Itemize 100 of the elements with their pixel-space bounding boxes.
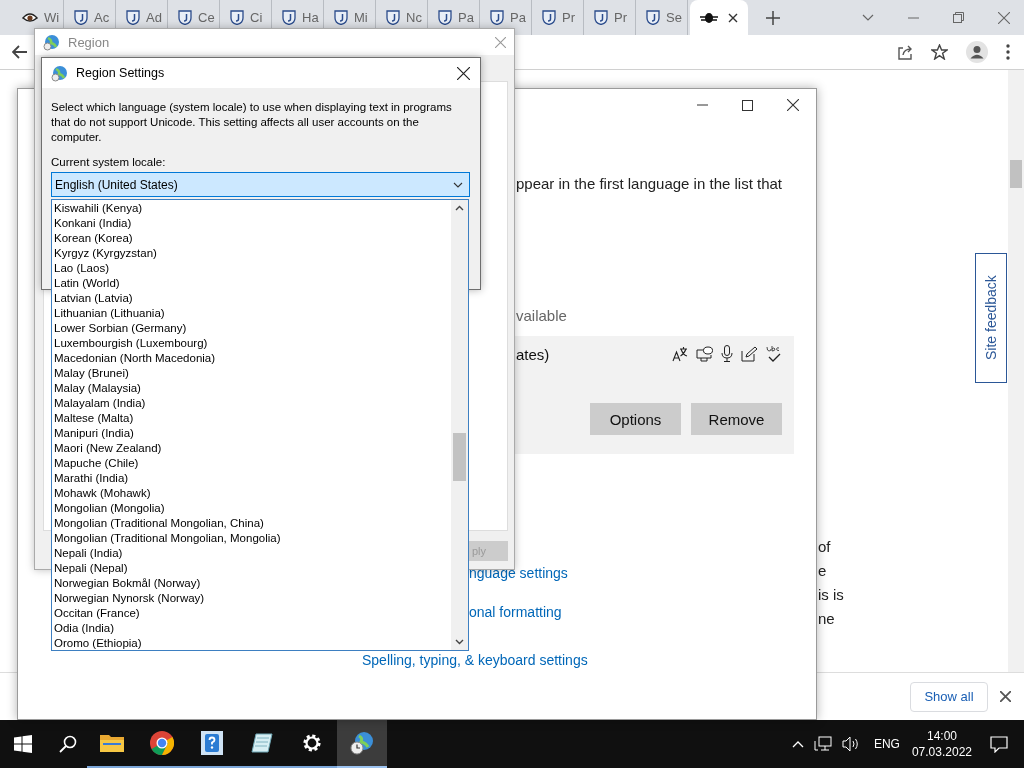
new-tab-icon[interactable] (766, 10, 780, 25)
tab-title: Pa (510, 10, 526, 25)
profile-icon[interactable] (966, 41, 988, 63)
card-button[interactable]: Options (590, 403, 681, 435)
gear-icon (301, 732, 323, 754)
locale-option[interactable]: Norwegian Bokmål (Norway) (52, 576, 451, 591)
close-icon[interactable] (728, 12, 738, 23)
card-button[interactable]: Remove (691, 403, 782, 435)
share-icon[interactable] (897, 44, 913, 60)
locale-option[interactable]: Kyrgyz (Kyrgyzstan) (52, 246, 451, 261)
locale-option[interactable]: Mohawk (Mohawk) (52, 486, 451, 501)
scrollbar-thumb[interactable] (453, 433, 466, 481)
tab-title: Nc (406, 10, 422, 25)
scrollbar-thumb[interactable] (1010, 160, 1022, 188)
notification-icon[interactable] (990, 735, 1008, 753)
input-language-indicator[interactable]: ENG (873, 737, 900, 751)
shield-icon (282, 10, 296, 25)
paragraph-fragment: of (818, 537, 832, 557)
locale-option[interactable]: Mapuche (Chile) (52, 456, 451, 471)
locale-option[interactable]: Nepali (Nepal) (52, 561, 451, 576)
speaker-icon[interactable] (841, 736, 860, 752)
locale-option[interactable]: Latin (World) (52, 276, 451, 291)
emblem-icon (700, 11, 718, 24)
tab-title: Pr (614, 10, 627, 25)
close-icon[interactable] (787, 99, 799, 111)
tab-title: Ha (302, 10, 319, 25)
locale-option[interactable]: Marathi (India) (52, 471, 451, 486)
clock-time[interactable]: 14:00 (926, 728, 957, 744)
close-icon[interactable] (457, 66, 470, 80)
close-icon[interactable] (1000, 691, 1011, 702)
tab-title: Ci (250, 10, 263, 25)
site-feedback-button[interactable]: Site feedback (975, 253, 1007, 383)
locale-option[interactable]: Konkani (India) (52, 216, 451, 231)
locale-option[interactable]: Mongolian (Traditional Mongolian, Mongolia) (52, 531, 451, 546)
shield-icon (178, 10, 192, 25)
locale-option[interactable]: Odia (India) (52, 621, 451, 636)
locale-option[interactable]: Nepali (India) (52, 546, 451, 561)
locale-option[interactable]: Occitan (France) (52, 606, 451, 621)
spellcheck-icon (766, 344, 782, 363)
clock-date[interactable]: 07.03.2022 (911, 744, 972, 760)
dialog-title: Region (68, 34, 110, 50)
scrollbar[interactable] (451, 200, 468, 650)
chevron-up-icon[interactable] (791, 740, 804, 748)
shield-icon (438, 10, 452, 25)
paragraph-fragment: e (818, 561, 828, 581)
locale-option[interactable]: Lithuanian (Lithuania) (52, 306, 451, 321)
status-fragment: vailable (516, 307, 567, 324)
paragraph-fragment: is is (818, 585, 844, 605)
scrollbar[interactable] (1008, 70, 1024, 672)
locale-dropdown[interactable]: English (United States) (51, 172, 470, 197)
network-icon[interactable] (813, 736, 832, 752)
dialog-title: Region Settings (76, 66, 165, 80)
globe-icon (51, 64, 68, 82)
shield-icon (74, 10, 88, 25)
tab-title: Wi (44, 10, 60, 25)
locale-option[interactable]: Korean (Korea) (52, 231, 451, 246)
locale-option[interactable]: Latvian (Latvia) (52, 291, 451, 306)
menu-icon[interactable] (1006, 44, 1010, 60)
locale-option[interactable]: Oromo (Ethiopia) (52, 636, 451, 651)
restore-icon[interactable] (953, 12, 964, 23)
handwriting-icon (741, 345, 758, 362)
locale-option[interactable]: Lao (Laos) (52, 261, 451, 276)
tab-title: Se (666, 10, 682, 25)
language-name-fragment: ates) (516, 346, 550, 363)
description-text: Select which language (system locale) to use when displaying text in programs that do not support Unicode. This setting affects all user accounts on the computer. (51, 100, 453, 145)
shield-icon (646, 10, 660, 25)
settings-link[interactable]: onal formatting (469, 604, 562, 621)
folder-icon (100, 733, 124, 753)
paragraph-fragment: ne (818, 609, 836, 629)
show-all-button[interactable]: Show all (910, 681, 988, 712)
help-document-icon (201, 731, 223, 755)
microphone-icon (721, 345, 733, 362)
shield-icon (334, 10, 348, 25)
settings-link[interactable]: nguage settings (469, 565, 568, 582)
speech-monitor-icon (696, 345, 713, 362)
shield-icon (594, 10, 608, 25)
scroll-down-icon[interactable] (455, 639, 464, 645)
eye-icon (22, 11, 38, 24)
star-icon[interactable] (931, 44, 948, 60)
tab-title: Pa (458, 10, 474, 25)
windows-start-icon[interactable] (14, 735, 32, 753)
scroll-up-icon[interactable] (455, 205, 464, 211)
locale-option[interactable]: Lower Sorbian (Germany) (52, 321, 451, 336)
search-icon[interactable] (59, 735, 77, 753)
locale-option[interactable]: Norwegian Nynorsk (Norway) (52, 591, 451, 606)
back-arrow-icon[interactable] (12, 45, 28, 59)
notepad-icon (250, 732, 274, 754)
browser-tab[interactable] (690, 0, 748, 35)
shield-icon (126, 10, 140, 25)
locale-option[interactable]: Kiswahili (Kenya) (52, 201, 451, 216)
shield-icon (230, 10, 244, 25)
locale-option[interactable]: Mongolian (Mongolia) (52, 501, 451, 516)
locale-option[interactable]: Mongolian (Traditional Mongolian, China) (52, 516, 451, 531)
maximize-icon[interactable] (742, 99, 753, 111)
field-label: Current system locale: (51, 156, 167, 168)
tab-title: Pr (562, 10, 575, 25)
settings-link[interactable]: Spelling, typing, & keyboard settings (362, 652, 588, 669)
display-language-icon (672, 345, 688, 362)
chevron-down-icon[interactable] (862, 13, 874, 22)
taskbar-app[interactable] (337, 720, 387, 768)
